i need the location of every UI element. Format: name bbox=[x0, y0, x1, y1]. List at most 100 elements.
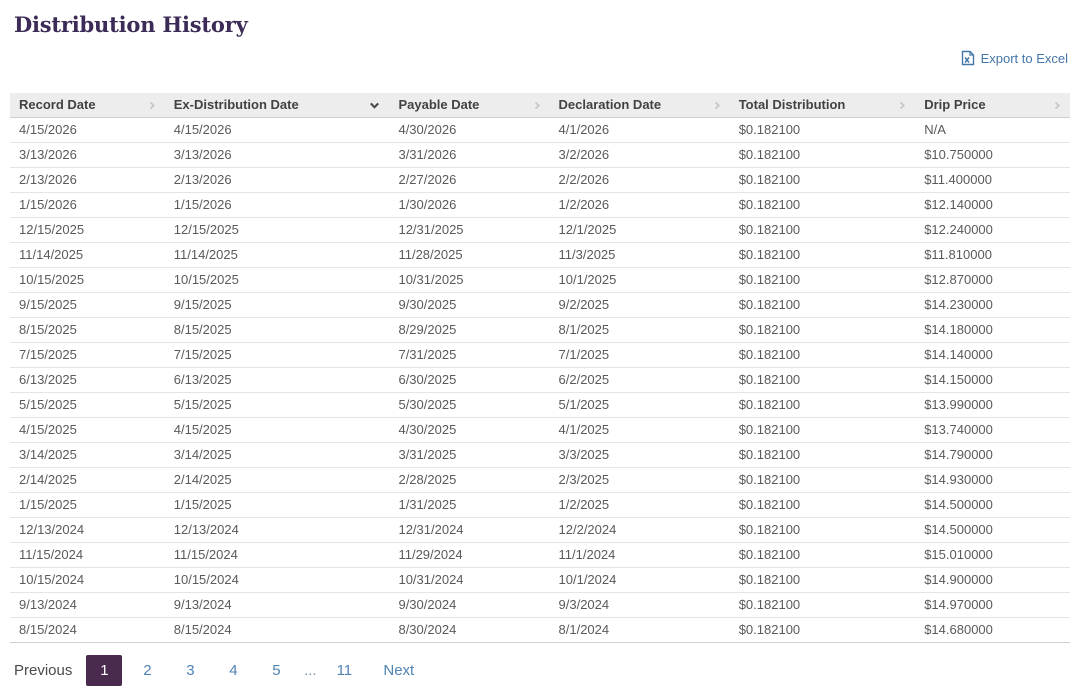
table-cell: 1/15/2025 bbox=[165, 493, 390, 518]
table-cell: 2/13/2026 bbox=[165, 168, 390, 193]
table-cell: 4/30/2026 bbox=[389, 118, 549, 143]
table-cell: 3/13/2026 bbox=[165, 143, 390, 168]
table-cell: $0.182100 bbox=[730, 543, 916, 568]
table-cell: 4/15/2026 bbox=[165, 118, 390, 143]
table-row: 5/15/20255/15/20255/30/20255/1/2025$0.18… bbox=[10, 393, 1070, 418]
table-cell: $12.240000 bbox=[915, 218, 1070, 243]
table-cell: $14.500000 bbox=[915, 493, 1070, 518]
table-row: 4/15/20254/15/20254/30/20254/1/2025$0.18… bbox=[10, 418, 1070, 443]
table-cell: 10/15/2024 bbox=[165, 568, 390, 593]
column-header-payable-date[interactable]: Payable Date bbox=[389, 93, 549, 118]
table-cell: 8/15/2025 bbox=[165, 318, 390, 343]
table-cell: 1/31/2025 bbox=[389, 493, 549, 518]
table-cell: 9/15/2025 bbox=[165, 293, 390, 318]
table-row: 7/15/20257/15/20257/31/20257/1/2025$0.18… bbox=[10, 343, 1070, 368]
previous-page-button[interactable]: Previous bbox=[14, 662, 72, 679]
excel-file-icon bbox=[961, 50, 975, 66]
table-cell: 4/15/2026 bbox=[10, 118, 165, 143]
page-button-3[interactable]: 3 bbox=[172, 655, 208, 686]
table-cell: $14.930000 bbox=[915, 468, 1070, 493]
toolbar: Export to Excel bbox=[10, 49, 1070, 67]
table-cell: 3/3/2025 bbox=[550, 443, 730, 468]
table-cell: 9/30/2024 bbox=[389, 593, 549, 618]
table-cell: 12/13/2024 bbox=[10, 518, 165, 543]
table-cell: 7/31/2025 bbox=[389, 343, 549, 368]
column-header-total-distribution[interactable]: Total Distribution bbox=[730, 93, 916, 118]
table-cell: 3/31/2025 bbox=[389, 443, 549, 468]
table-cell: $11.810000 bbox=[915, 243, 1070, 268]
table-cell: $14.500000 bbox=[915, 518, 1070, 543]
table-cell: $14.180000 bbox=[915, 318, 1070, 343]
table-cell: 8/15/2024 bbox=[165, 618, 390, 643]
page-button-2[interactable]: 2 bbox=[129, 655, 165, 686]
table-cell: 8/15/2025 bbox=[10, 318, 165, 343]
table-cell: $14.140000 bbox=[915, 343, 1070, 368]
table-cell: 7/15/2025 bbox=[10, 343, 165, 368]
table-cell: $14.680000 bbox=[915, 618, 1070, 643]
table-cell: 3/13/2026 bbox=[10, 143, 165, 168]
sort-chevron-icon bbox=[898, 101, 906, 110]
table-cell: 9/15/2025 bbox=[10, 293, 165, 318]
page-button-11[interactable]: 11 bbox=[326, 655, 362, 686]
table-row: 2/14/20252/14/20252/28/20252/3/2025$0.18… bbox=[10, 468, 1070, 493]
table-row: 8/15/20258/15/20258/29/20258/1/2025$0.18… bbox=[10, 318, 1070, 343]
column-label-declaration-date: Declaration Date bbox=[559, 97, 662, 113]
table-body: 4/15/20264/15/20264/30/20264/1/2026$0.18… bbox=[10, 118, 1070, 643]
table-cell: 4/15/2025 bbox=[10, 418, 165, 443]
table-cell: $14.150000 bbox=[915, 368, 1070, 393]
table-cell: 9/13/2024 bbox=[10, 593, 165, 618]
table-cell: $0.182100 bbox=[730, 393, 916, 418]
table-cell: $0.182100 bbox=[730, 193, 916, 218]
table-cell: 12/31/2025 bbox=[389, 218, 549, 243]
table-row: 9/15/20259/15/20259/30/20259/2/2025$0.18… bbox=[10, 293, 1070, 318]
table-cell: $0.182100 bbox=[730, 243, 916, 268]
table-cell: 6/2/2025 bbox=[550, 368, 730, 393]
table-cell: 12/2/2024 bbox=[550, 518, 730, 543]
table-cell: 10/15/2025 bbox=[165, 268, 390, 293]
table-cell: 9/13/2024 bbox=[165, 593, 390, 618]
sort-chevron-icon bbox=[148, 101, 156, 110]
column-label-ex-distribution-date: Ex-Distribution Date bbox=[174, 97, 299, 113]
table-cell: $11.400000 bbox=[915, 168, 1070, 193]
table-cell: 3/2/2026 bbox=[550, 143, 730, 168]
table-cell: 8/15/2024 bbox=[10, 618, 165, 643]
table-row: 6/13/20256/13/20256/30/20256/2/2025$0.18… bbox=[10, 368, 1070, 393]
page-button-4[interactable]: 4 bbox=[215, 655, 251, 686]
export-to-excel-link[interactable]: Export to Excel bbox=[961, 50, 1068, 66]
export-to-excel-label: Export to Excel bbox=[981, 51, 1068, 66]
table-cell: $0.182100 bbox=[730, 568, 916, 593]
table-cell: 7/15/2025 bbox=[165, 343, 390, 368]
table-cell: 5/30/2025 bbox=[389, 393, 549, 418]
table-cell: 7/1/2025 bbox=[550, 343, 730, 368]
table-cell: 10/31/2025 bbox=[389, 268, 549, 293]
table-cell: 1/2/2026 bbox=[550, 193, 730, 218]
table-cell: 10/15/2024 bbox=[10, 568, 165, 593]
next-page-button[interactable]: Next bbox=[383, 662, 414, 679]
column-header-ex-distribution-date[interactable]: Ex-Distribution Date bbox=[165, 93, 390, 118]
column-header-record-date[interactable]: Record Date bbox=[10, 93, 165, 118]
table-cell: $0.182100 bbox=[730, 268, 916, 293]
table-cell: 10/15/2025 bbox=[10, 268, 165, 293]
table-cell: 8/30/2024 bbox=[389, 618, 549, 643]
column-header-declaration-date[interactable]: Declaration Date bbox=[550, 93, 730, 118]
table-cell: $13.740000 bbox=[915, 418, 1070, 443]
table-row: 11/14/202511/14/202511/28/202511/3/2025$… bbox=[10, 243, 1070, 268]
table-cell: $14.230000 bbox=[915, 293, 1070, 318]
table-cell: $0.182100 bbox=[730, 318, 916, 343]
table-cell: $14.970000 bbox=[915, 593, 1070, 618]
table-cell: 11/15/2024 bbox=[10, 543, 165, 568]
column-label-payable-date: Payable Date bbox=[398, 97, 479, 113]
table-cell: 12/13/2024 bbox=[165, 518, 390, 543]
page-button-5[interactable]: 5 bbox=[258, 655, 294, 686]
table-cell: 4/15/2025 bbox=[165, 418, 390, 443]
table-row: 12/13/202412/13/202412/31/202412/2/2024$… bbox=[10, 518, 1070, 543]
table-cell: 11/14/2025 bbox=[10, 243, 165, 268]
table-cell: 2/27/2026 bbox=[389, 168, 549, 193]
table-cell: 11/14/2025 bbox=[165, 243, 390, 268]
table-row: 12/15/202512/15/202512/31/202512/1/2025$… bbox=[10, 218, 1070, 243]
table-cell: 2/14/2025 bbox=[10, 468, 165, 493]
table-cell: $0.182100 bbox=[730, 518, 916, 543]
column-header-drip-price[interactable]: Drip Price bbox=[915, 93, 1070, 118]
page-button-1[interactable]: 1 bbox=[86, 655, 122, 686]
table-cell: 9/30/2025 bbox=[389, 293, 549, 318]
